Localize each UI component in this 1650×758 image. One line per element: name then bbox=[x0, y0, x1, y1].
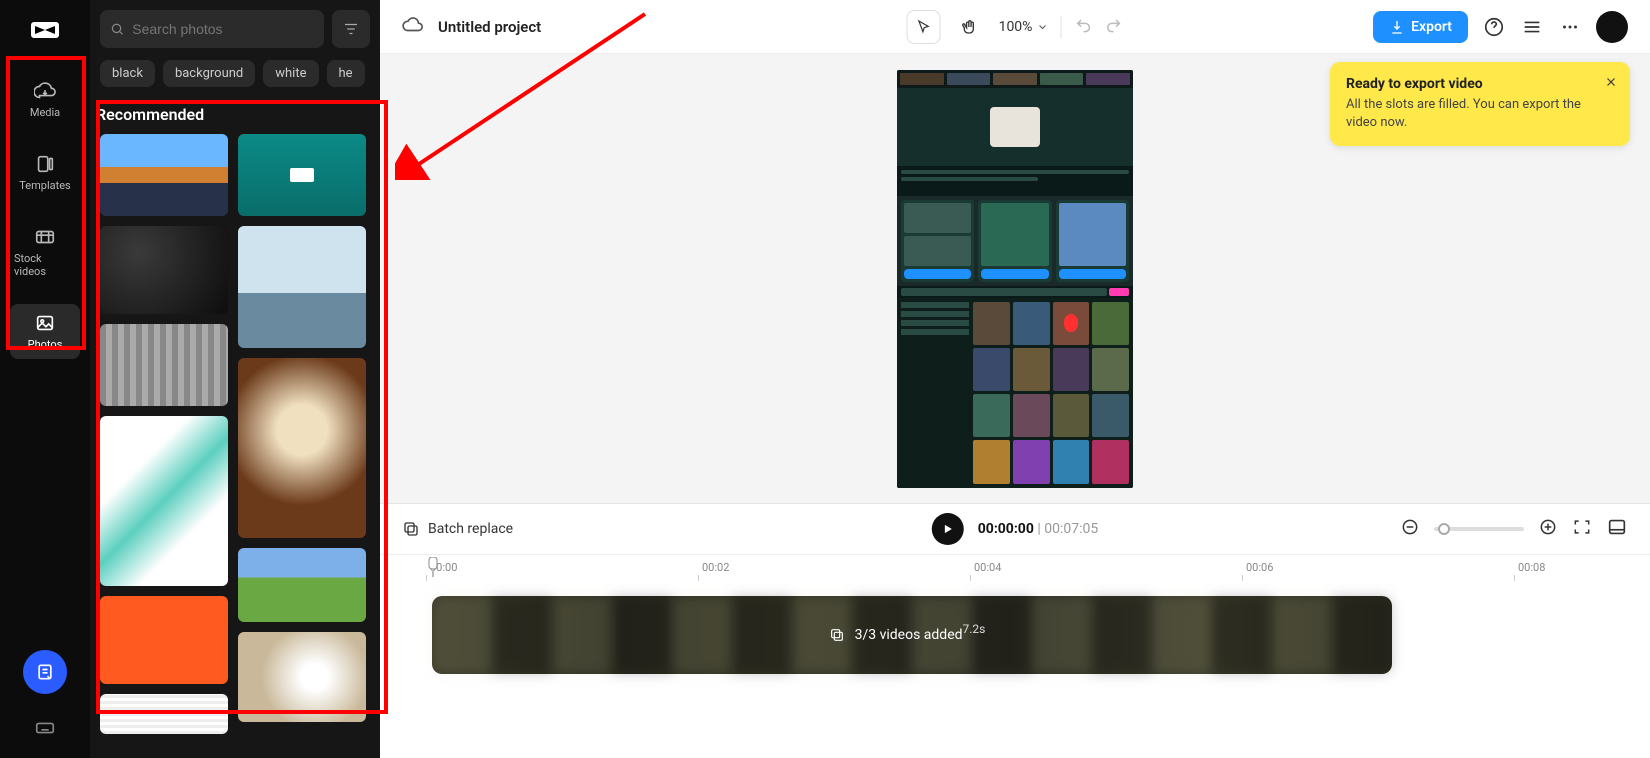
rail-label: Stock videos bbox=[14, 252, 76, 278]
chip[interactable]: background bbox=[163, 60, 255, 87]
hand-icon bbox=[961, 18, 979, 36]
app-logo[interactable] bbox=[27, 12, 63, 48]
clip-icon bbox=[829, 627, 845, 643]
zoom-in-button[interactable] bbox=[1538, 517, 1558, 541]
undo-button[interactable] bbox=[1073, 15, 1093, 39]
zoom-slider[interactable] bbox=[1434, 527, 1524, 531]
zoom-out-button[interactable] bbox=[1400, 517, 1420, 541]
search-chips: black background white he bbox=[90, 56, 380, 97]
chip[interactable]: he bbox=[327, 60, 365, 87]
toast-close-button[interactable] bbox=[1604, 74, 1618, 93]
search-input[interactable] bbox=[132, 21, 314, 37]
ruler-tick: 00:02 bbox=[702, 561, 729, 574]
ruler-tick: 00:06 bbox=[1246, 561, 1273, 574]
cursor-icon bbox=[916, 19, 932, 35]
rail-item-stock-videos[interactable]: Stock videos bbox=[10, 218, 80, 286]
cloud-sync-icon[interactable] bbox=[402, 14, 424, 40]
export-button[interactable]: Export bbox=[1373, 11, 1468, 43]
play-button[interactable] bbox=[932, 513, 964, 545]
script-button[interactable] bbox=[23, 650, 67, 694]
stack-icon bbox=[1521, 16, 1543, 38]
rail-label: Photos bbox=[28, 338, 63, 351]
keyboard-shortcuts-button[interactable] bbox=[31, 714, 59, 742]
photo-thumb[interactable] bbox=[100, 226, 228, 314]
photo-thumb[interactable] bbox=[100, 694, 228, 734]
photo-thumb[interactable] bbox=[100, 596, 228, 684]
photo-thumb[interactable] bbox=[100, 324, 228, 406]
section-title: Recommended bbox=[90, 97, 380, 134]
divider bbox=[1060, 16, 1061, 38]
avatar[interactable] bbox=[1596, 11, 1628, 43]
layers-button[interactable] bbox=[1520, 15, 1544, 39]
topbar: Untitled project 100% Export bbox=[380, 0, 1650, 54]
more-button[interactable] bbox=[1558, 15, 1582, 39]
layout-button[interactable] bbox=[1606, 516, 1628, 542]
export-icon bbox=[1389, 19, 1405, 35]
toast-body: All the slots are filled. You can export… bbox=[1346, 96, 1614, 132]
photo-thumb[interactable] bbox=[100, 416, 228, 586]
project-title[interactable]: Untitled project bbox=[438, 18, 541, 36]
more-icon bbox=[1559, 16, 1581, 38]
chip[interactable]: black bbox=[100, 60, 155, 87]
search-icon bbox=[110, 21, 124, 37]
current-time: 00:00:00 bbox=[978, 521, 1034, 537]
preview-canvas[interactable] bbox=[897, 70, 1133, 488]
duration: 00:07:05 bbox=[1044, 521, 1098, 537]
thumbs-grid bbox=[90, 134, 380, 734]
search-input-wrap[interactable] bbox=[100, 10, 324, 48]
ruler-tick: 00:04 bbox=[974, 561, 1001, 574]
zoom-dropdown[interactable]: 100% bbox=[999, 19, 1049, 35]
layout-icon bbox=[1606, 516, 1628, 538]
play-icon bbox=[941, 522, 955, 536]
fit-button[interactable] bbox=[1572, 517, 1592, 541]
photo-thumb[interactable] bbox=[238, 226, 366, 348]
zoom-slider-thumb[interactable] bbox=[1438, 523, 1450, 535]
hand-tool[interactable] bbox=[953, 10, 987, 44]
photos-panel: black background white he Recommended bbox=[90, 0, 380, 758]
timeline: Batch replace 00:00:00 | 00:07:05 00:00 … bbox=[380, 503, 1650, 758]
toast-title: Ready to export video bbox=[1346, 76, 1614, 92]
rail-label: Templates bbox=[19, 179, 70, 192]
filter-button[interactable] bbox=[332, 10, 370, 48]
redo-icon bbox=[1103, 15, 1123, 35]
playhead[interactable] bbox=[426, 557, 440, 577]
rail-label: Media bbox=[30, 106, 60, 119]
filter-icon bbox=[342, 20, 360, 38]
chip[interactable]: white bbox=[263, 60, 318, 87]
zoom-out-icon bbox=[1400, 517, 1420, 537]
rail-item-templates[interactable]: Templates bbox=[10, 145, 80, 200]
left-rail: Media Templates Stock videos Photos bbox=[0, 0, 90, 758]
close-icon bbox=[1604, 75, 1618, 89]
chevron-down-icon bbox=[1036, 21, 1048, 33]
zoom-in-icon bbox=[1538, 517, 1558, 537]
help-button[interactable] bbox=[1482, 15, 1506, 39]
timeline-clip[interactable]: 3/3 videos added 7.2s bbox=[432, 596, 1392, 674]
rail-item-media[interactable]: Media bbox=[10, 72, 80, 127]
batch-replace-button[interactable]: Batch replace bbox=[402, 520, 513, 538]
redo-button[interactable] bbox=[1103, 15, 1123, 39]
timeline-ruler[interactable]: 00:00 00:02 00:04 00:06 00:08 bbox=[380, 554, 1650, 586]
clip-duration: 7.2s bbox=[963, 622, 986, 636]
cursor-tool[interactable] bbox=[907, 10, 941, 44]
export-ready-toast: Ready to export video All the slots are … bbox=[1330, 62, 1630, 146]
photo-thumb[interactable] bbox=[238, 632, 366, 722]
photo-thumb[interactable] bbox=[238, 134, 366, 216]
help-icon bbox=[1483, 16, 1505, 38]
fit-icon bbox=[1572, 517, 1592, 537]
photo-thumb[interactable] bbox=[238, 358, 366, 538]
photo-thumb[interactable] bbox=[238, 548, 366, 622]
rail-item-photos[interactable]: Photos bbox=[10, 304, 80, 359]
photo-thumb[interactable] bbox=[100, 134, 228, 216]
ruler-tick: 00:08 bbox=[1518, 561, 1545, 574]
undo-icon bbox=[1073, 15, 1093, 35]
batch-replace-icon bbox=[402, 520, 420, 538]
clip-label: 3/3 videos added bbox=[855, 627, 963, 643]
